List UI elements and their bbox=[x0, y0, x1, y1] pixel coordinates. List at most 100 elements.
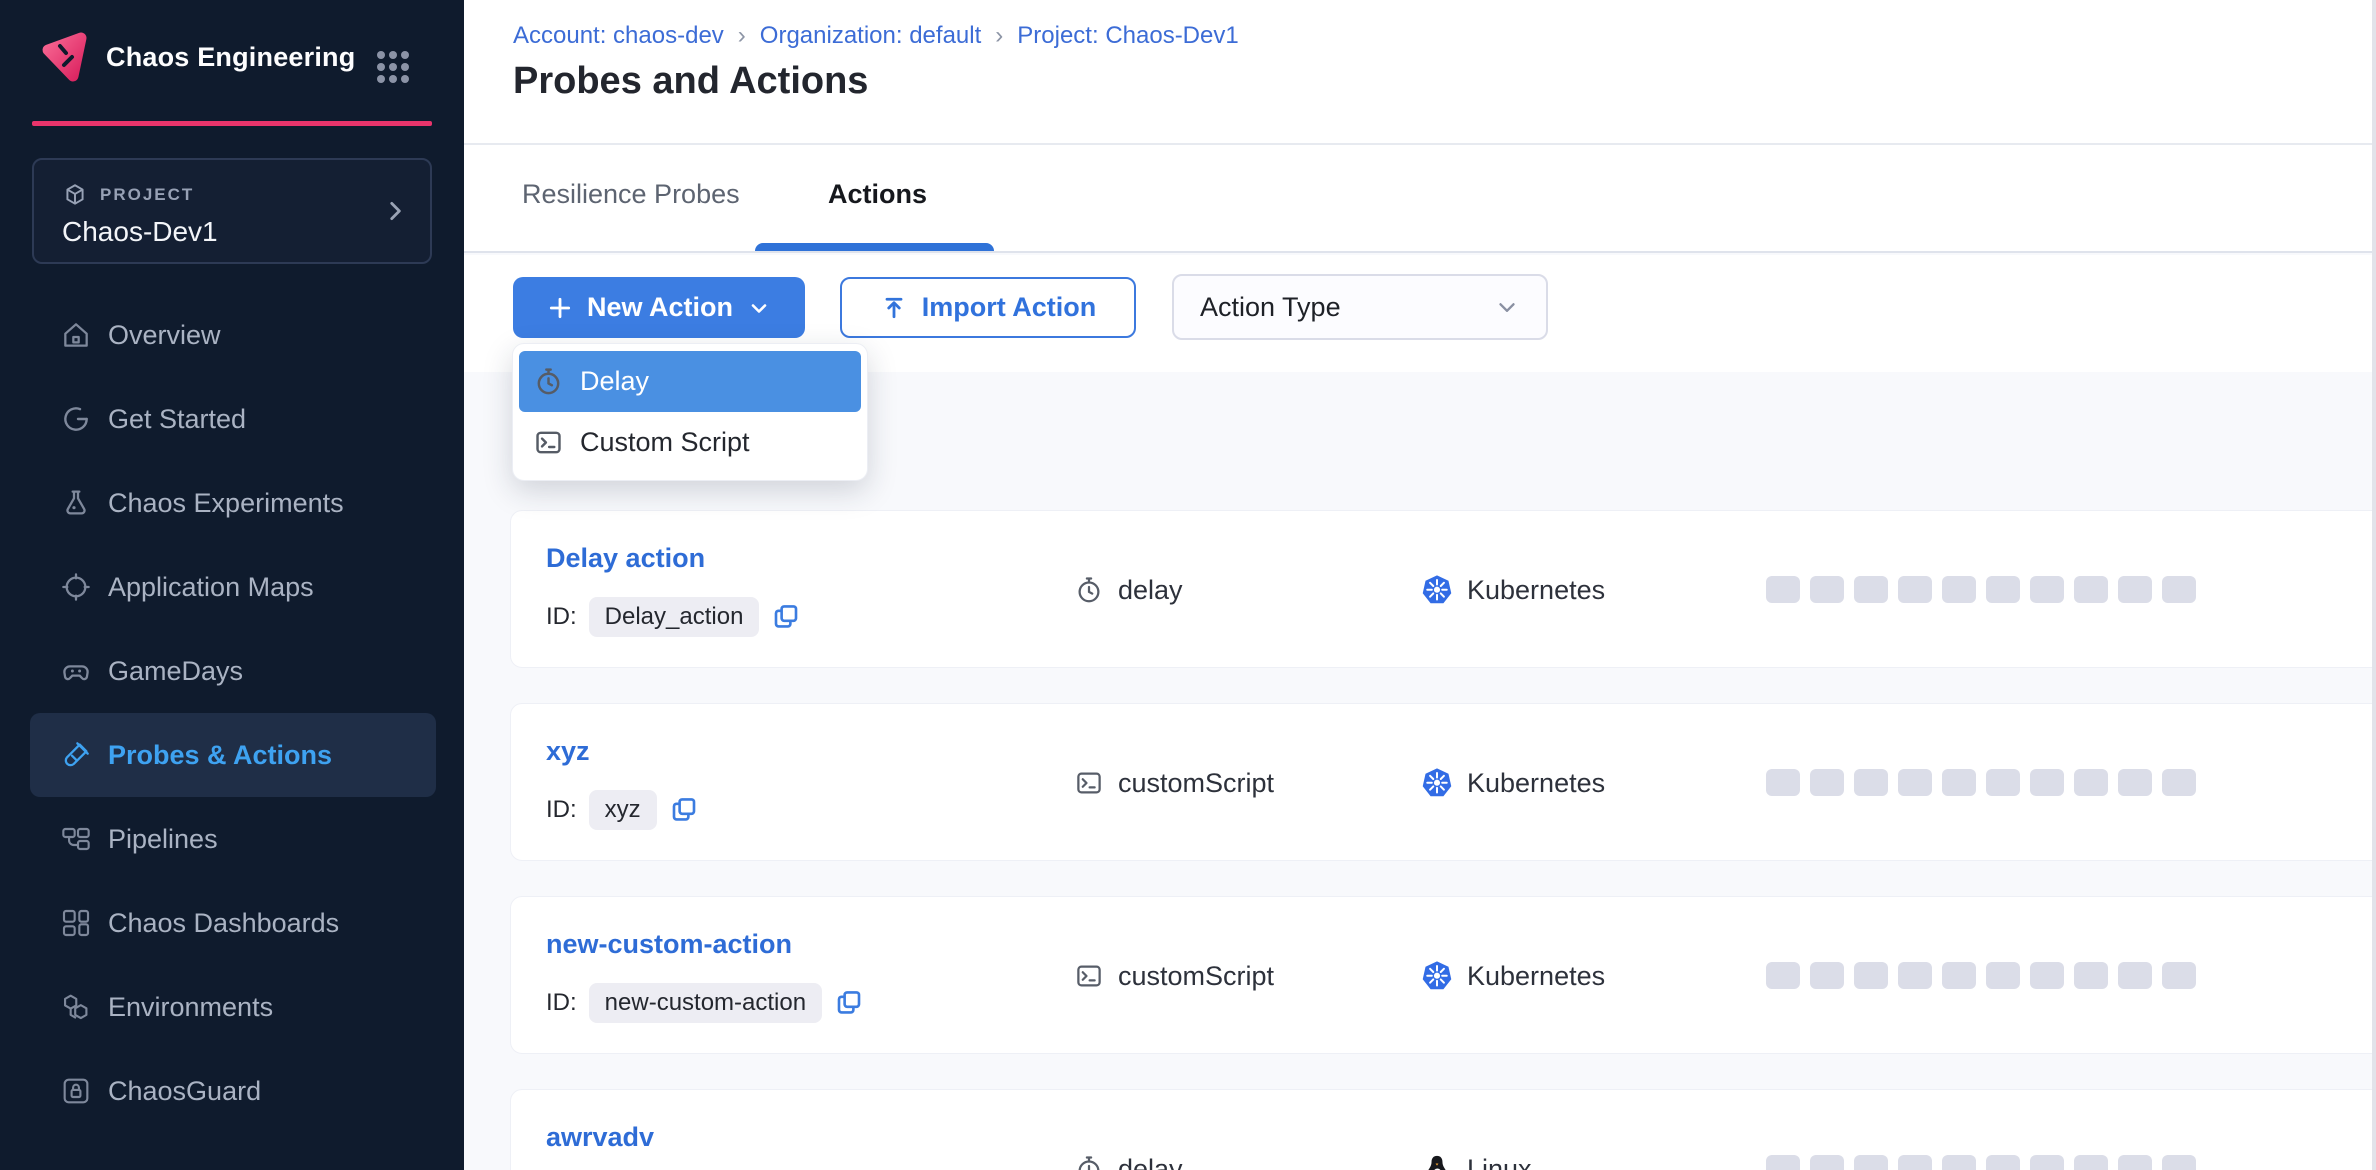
sidebar-item-environments[interactable]: Environments bbox=[30, 965, 436, 1049]
menu-item-custom-script[interactable]: Custom Script bbox=[519, 412, 861, 473]
flask-icon bbox=[60, 487, 92, 519]
execution-result-placeholder bbox=[1854, 1155, 1888, 1170]
action-name-link[interactable]: Delay action bbox=[546, 543, 705, 574]
brand-divider bbox=[32, 121, 432, 126]
sidebar-item-pipelines[interactable]: Pipelines bbox=[30, 797, 436, 881]
breadcrumb-account-link[interactable]: Account: chaos-dev bbox=[513, 22, 724, 50]
action-name-link[interactable]: xyz bbox=[546, 736, 590, 767]
execution-result-placeholder bbox=[1810, 576, 1844, 603]
gamepad-icon bbox=[60, 655, 92, 687]
execution-result-placeholder bbox=[1986, 1155, 2020, 1170]
app-switcher-grid-icon[interactable] bbox=[376, 50, 410, 84]
execution-result-placeholder bbox=[1854, 769, 1888, 796]
stopwatch-icon bbox=[1074, 575, 1104, 605]
execution-result-placeholder bbox=[1942, 962, 1976, 989]
breadcrumb-separator-icon: › bbox=[724, 22, 760, 50]
sidebar-item-application-maps[interactable]: Application Maps bbox=[30, 545, 436, 629]
execution-result-placeholder bbox=[1854, 576, 1888, 603]
breadcrumb-organization-link[interactable]: Organization: default bbox=[760, 22, 981, 50]
stopwatch-icon bbox=[533, 366, 564, 397]
lock-icon bbox=[60, 1075, 92, 1107]
table-row: awrvadv delay Linux bbox=[510, 1089, 2376, 1170]
action-id: ID: new-custom-action bbox=[546, 981, 864, 1025]
sidebar-item-probes-and-actions[interactable]: Probes & Actions bbox=[30, 713, 436, 797]
execution-result-placeholder bbox=[1942, 769, 1976, 796]
sidebar: Chaos Engineering PROJECT Chaos-Dev1 bbox=[0, 0, 464, 1170]
copy-icon[interactable] bbox=[771, 602, 801, 632]
execution-result-placeholder bbox=[2074, 576, 2108, 603]
recent-execution-results bbox=[1766, 769, 2196, 796]
breadcrumb-project-link[interactable]: Project: Chaos-Dev1 bbox=[1017, 22, 1238, 50]
action-name-link[interactable]: awrvadv bbox=[546, 1122, 654, 1153]
action-type-filter[interactable]: Action Type bbox=[1172, 274, 1548, 340]
execution-result-placeholder bbox=[1766, 576, 1800, 603]
action-id-value: xyz bbox=[589, 790, 657, 830]
recent-execution-results bbox=[1766, 1155, 2196, 1170]
plus-icon bbox=[547, 295, 573, 321]
chevron-down-icon bbox=[747, 296, 771, 320]
upload-icon bbox=[880, 294, 908, 322]
copy-icon[interactable] bbox=[669, 795, 699, 825]
recent-execution-results bbox=[1766, 576, 2196, 603]
action-id-value: Delay_action bbox=[589, 597, 760, 637]
sidebar-item-chaosguard[interactable]: ChaosGuard bbox=[30, 1049, 436, 1133]
table-row: new-custom-action ID: new-custom-action … bbox=[510, 896, 2376, 1054]
action-id-value: new-custom-action bbox=[589, 983, 822, 1023]
action-id: ID: Delay_action bbox=[546, 595, 801, 639]
project-selector[interactable]: PROJECT Chaos-Dev1 bbox=[32, 158, 432, 264]
execution-result-placeholder bbox=[1986, 576, 2020, 603]
home-icon bbox=[60, 319, 92, 351]
sidebar-item-get-started[interactable]: Get Started bbox=[30, 377, 436, 461]
execution-result-placeholder bbox=[2074, 769, 2108, 796]
execution-result-placeholder bbox=[1766, 1155, 1800, 1170]
table-row: xyz ID: xyz customScript Kubernetes bbox=[510, 703, 2376, 861]
execution-result-placeholder bbox=[2074, 962, 2108, 989]
project-name: Chaos-Dev1 bbox=[62, 216, 218, 248]
import-action-button[interactable]: Import Action bbox=[840, 277, 1136, 338]
terminal-icon bbox=[533, 427, 564, 458]
breadcrumb: Account: chaos-dev › Organization: defau… bbox=[513, 22, 1239, 50]
sidebar-item-chaos-experiments[interactable]: Chaos Experiments bbox=[30, 461, 436, 545]
test-tube-icon bbox=[60, 739, 92, 771]
sidebar-item-gamedays[interactable]: GameDays bbox=[30, 629, 436, 713]
brand-header: Chaos Engineering bbox=[0, 0, 464, 122]
execution-result-placeholder bbox=[2162, 1155, 2196, 1170]
execution-result-placeholder bbox=[1854, 962, 1888, 989]
hexagons-icon bbox=[60, 991, 92, 1023]
vertical-scrollbar[interactable] bbox=[2372, 0, 2376, 1170]
chaos-engineering-app: Chaos Engineering PROJECT Chaos-Dev1 bbox=[0, 0, 2376, 1170]
menu-item-delay[interactable]: Delay bbox=[519, 351, 861, 412]
execution-result-placeholder bbox=[1898, 576, 1932, 603]
sidebar-item-overview[interactable]: Overview bbox=[30, 293, 436, 377]
infrastructure-cell: Kubernetes bbox=[1421, 756, 1605, 810]
tab-actions[interactable]: Actions bbox=[828, 179, 927, 210]
sidebar-nav: Overview Get Started Chaos Experiments bbox=[0, 293, 464, 1133]
new-action-menu: Delay Custom Script bbox=[512, 343, 868, 481]
action-type-cell: delay bbox=[1074, 563, 1183, 617]
progress-circle-icon bbox=[60, 403, 92, 435]
breadcrumb-separator-icon: › bbox=[981, 22, 1017, 50]
action-name-link[interactable]: new-custom-action bbox=[546, 929, 792, 960]
tab-resilience-probes[interactable]: Resilience Probes bbox=[522, 179, 740, 210]
execution-result-placeholder bbox=[2118, 576, 2152, 603]
execution-result-placeholder bbox=[2118, 769, 2152, 796]
project-label: PROJECT bbox=[100, 185, 194, 205]
app-title: Chaos Engineering bbox=[106, 42, 355, 73]
main-content: Account: chaos-dev › Organization: defau… bbox=[464, 0, 2376, 1170]
action-type-cell: customScript bbox=[1074, 949, 1274, 1003]
copy-icon[interactable] bbox=[834, 988, 864, 1018]
new-action-button[interactable]: New Action bbox=[513, 277, 805, 338]
sidebar-item-chaos-dashboards[interactable]: Chaos Dashboards bbox=[30, 881, 436, 965]
execution-result-placeholder bbox=[1898, 769, 1932, 796]
harness-chaos-logo-icon bbox=[34, 26, 92, 84]
infrastructure-cell: Linux bbox=[1421, 1142, 1532, 1170]
recent-execution-results bbox=[1766, 962, 2196, 989]
execution-result-placeholder bbox=[2030, 1155, 2064, 1170]
target-icon bbox=[60, 571, 92, 603]
infrastructure-cell: Kubernetes bbox=[1421, 949, 1605, 1003]
execution-result-placeholder bbox=[1766, 962, 1800, 989]
page-header: Account: chaos-dev › Organization: defau… bbox=[464, 0, 2376, 145]
linux-icon bbox=[1421, 1153, 1453, 1170]
execution-result-placeholder bbox=[1810, 1155, 1844, 1170]
active-tab-underline bbox=[755, 243, 994, 251]
